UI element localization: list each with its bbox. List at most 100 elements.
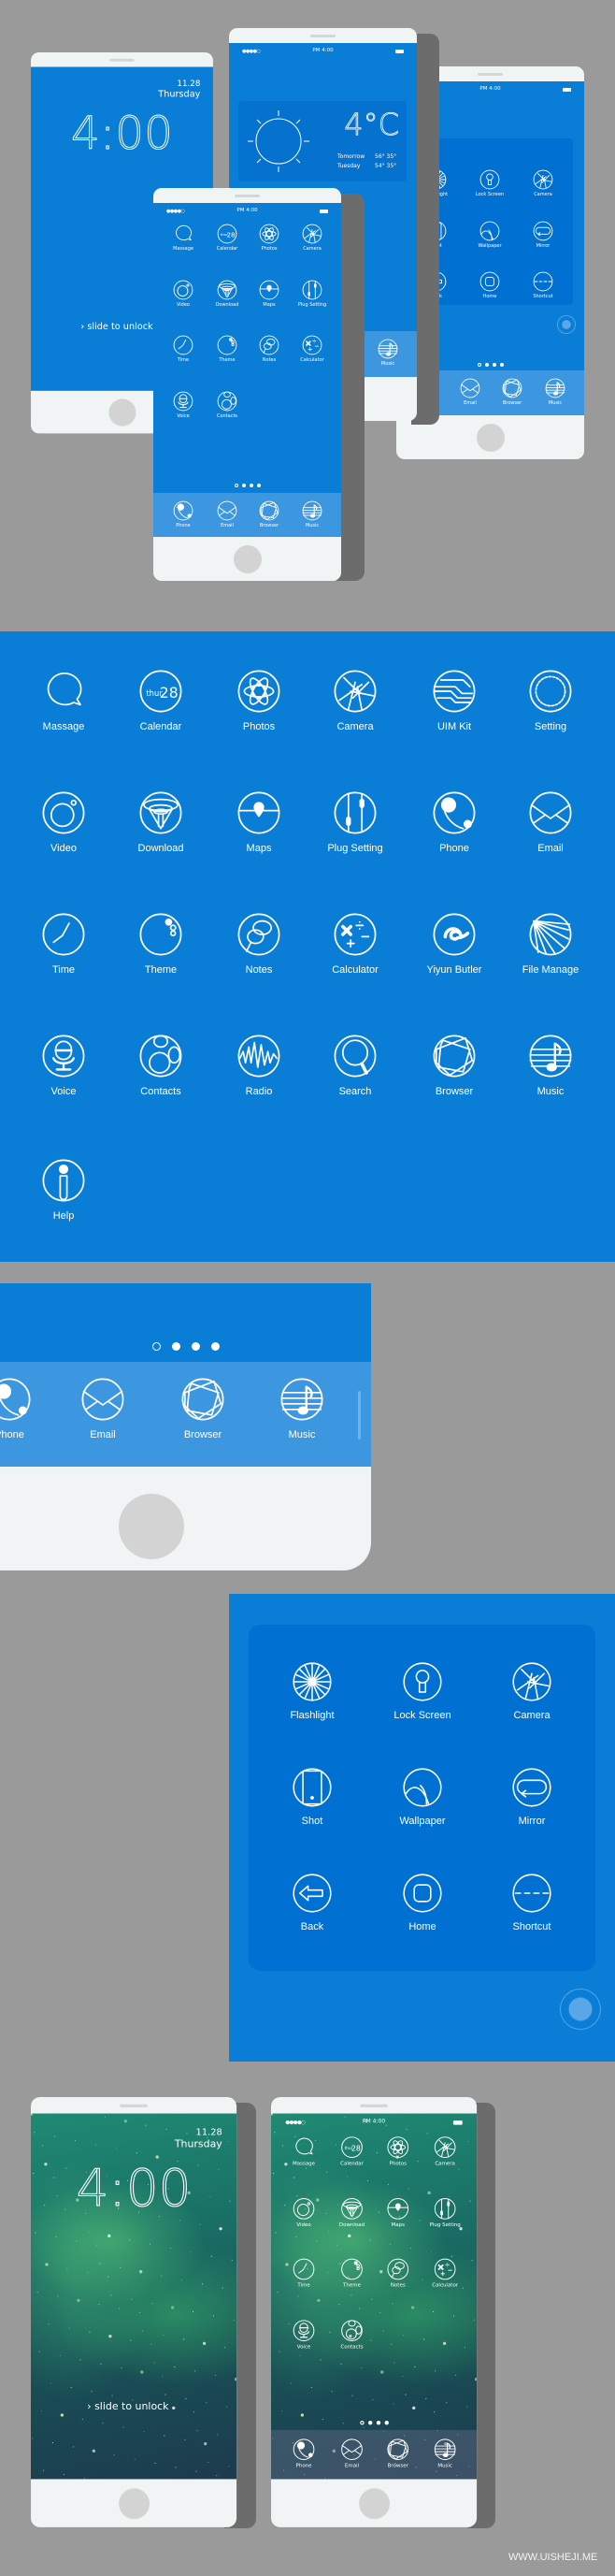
app-calculator[interactable]: Calculator	[424, 2258, 465, 2289]
page-dot[interactable]	[484, 363, 489, 367]
assistive-touch-button[interactable]	[557, 315, 576, 334]
app-file-manage[interactable]: File Manage	[508, 912, 593, 976]
app-mirror[interactable]: Mirror	[490, 1767, 574, 1827]
app-browser[interactable]: Browser	[493, 378, 531, 406]
app-contacts[interactable]: Contacts	[332, 2320, 373, 2350]
page-dot[interactable]	[191, 1342, 200, 1351]
app-email[interactable]: Email	[208, 500, 246, 528]
home-button[interactable]	[477, 424, 505, 452]
app-video[interactable]: Video	[283, 2197, 324, 2228]
app-voice[interactable]: Voice	[164, 391, 202, 419]
app-browser[interactable]: Browser	[412, 1034, 496, 1097]
app-calendar[interactable]: thur 28 Calendar	[332, 2136, 373, 2166]
app-flashlight[interactable]: Flashlight	[270, 1661, 354, 1721]
app-setting[interactable]: Setting	[508, 669, 593, 732]
app-email[interactable]: Email	[508, 790, 593, 854]
app-yiyun-butler[interactable]: Yiyun Butler	[412, 912, 496, 976]
app-wallpaper[interactable]: Wallpaper	[380, 1767, 465, 1827]
app-contacts[interactable]: Contacts	[208, 391, 246, 419]
app-shortcut[interactable]: Shortcut	[490, 1873, 574, 1932]
app-notes[interactable]: Notes	[217, 912, 301, 976]
page-indicator[interactable]	[153, 484, 341, 487]
app-radio[interactable]: Radio	[217, 1034, 301, 1097]
app-calendar[interactable]: thur 28 Calendar	[119, 669, 203, 732]
app-download[interactable]: Download	[332, 2197, 373, 2228]
home-button[interactable]	[359, 2488, 391, 2520]
app-camera[interactable]: Camera	[490, 1661, 574, 1721]
app-email[interactable]: Email	[332, 2439, 373, 2468]
app-camera[interactable]: Camera	[524, 169, 562, 197]
page-dot[interactable]	[241, 484, 246, 487]
app-music[interactable]: Music	[424, 2439, 465, 2468]
app-browser[interactable]: Browser	[250, 500, 288, 528]
home-button[interactable]	[108, 398, 136, 427]
page-dot[interactable]	[234, 484, 238, 487]
page-indicator[interactable]	[0, 1342, 371, 1351]
app-maps[interactable]: Maps	[250, 280, 288, 308]
home-button[interactable]	[234, 545, 262, 573]
app-download[interactable]: Download	[208, 280, 246, 308]
page-dot[interactable]	[249, 484, 253, 487]
home-button[interactable]	[119, 1494, 184, 1559]
app-camera[interactable]: Camera	[424, 2136, 465, 2166]
app-contacts[interactable]: Contacts	[119, 1034, 203, 1097]
page-dot[interactable]	[499, 363, 504, 367]
app-help[interactable]: Help	[21, 1158, 106, 1222]
app-notes[interactable]: Notes	[250, 335, 288, 363]
scrollbar[interactable]	[358, 1391, 361, 1440]
app-voice[interactable]: Voice	[21, 1034, 106, 1097]
app-music[interactable]: Music	[260, 1377, 344, 1440]
app-phone[interactable]: Phone	[164, 500, 202, 528]
app-time[interactable]: Time	[21, 912, 106, 976]
app-email[interactable]: Email	[451, 378, 489, 406]
app-calculator[interactable]: Calculator	[293, 335, 331, 363]
app-phone[interactable]: Phone	[283, 2439, 324, 2468]
app-uim-kit[interactable]: UIM Kit	[412, 669, 496, 732]
app-wallpaper[interactable]: Wallpaper	[471, 221, 508, 249]
page-indicator[interactable]	[271, 2421, 477, 2425]
page-dot[interactable]	[256, 484, 261, 487]
app-browser[interactable]: Browser	[161, 1377, 245, 1440]
app-photos[interactable]: Photos	[378, 2136, 419, 2166]
page-dot[interactable]	[383, 2421, 389, 2425]
app-camera[interactable]: Camera	[293, 224, 331, 252]
app-voice[interactable]: Voice	[283, 2320, 324, 2350]
app-photos[interactable]: Photos	[217, 669, 301, 732]
app-browser[interactable]: Browser	[378, 2439, 419, 2468]
app-maps[interactable]: Maps	[217, 790, 301, 854]
app-time[interactable]: Time	[283, 2258, 324, 2289]
app-home[interactable]: Home	[471, 271, 508, 299]
app-shot[interactable]: Shot	[270, 1767, 354, 1827]
app-camera[interactable]: Camera	[313, 669, 397, 732]
app-email[interactable]: Email	[61, 1377, 145, 1440]
app-maps[interactable]: Maps	[378, 2197, 419, 2228]
app-mirror[interactable]: Mirror	[524, 221, 562, 249]
app-back[interactable]: Back	[270, 1873, 354, 1932]
app-time[interactable]: Time	[164, 335, 202, 363]
slide-to-unlock[interactable]: › slide to unlock	[80, 322, 152, 332]
app-download[interactable]: Download	[119, 790, 203, 854]
app-shortcut[interactable]: Shortcut	[524, 271, 562, 299]
app-plug-setting[interactable]: Plug Setting	[293, 280, 331, 308]
app-video[interactable]: Video	[164, 280, 202, 308]
page-dot[interactable]	[477, 363, 481, 367]
page-dot[interactable]	[210, 1342, 220, 1351]
page-dot[interactable]	[171, 1342, 180, 1351]
assistive-touch-button[interactable]	[560, 1989, 601, 2030]
app-massage[interactable]: Massage	[283, 2136, 324, 2166]
app-photos[interactable]: Photos	[250, 224, 288, 252]
app-home[interactable]: Home	[380, 1873, 465, 1932]
slide-to-unlock[interactable]: › slide to unlock	[87, 2401, 168, 2412]
app-music[interactable]: Music	[293, 500, 331, 528]
app-notes[interactable]: Notes	[378, 2258, 419, 2289]
home-button[interactable]	[119, 2488, 150, 2520]
app-plug-setting[interactable]: Plug Setting	[424, 2197, 465, 2228]
app-phone[interactable]: Phone	[0, 1377, 51, 1440]
app-music[interactable]: Music	[508, 1034, 593, 1097]
app-massage[interactable]: Massage	[21, 669, 106, 732]
app-theme[interactable]: Theme	[119, 912, 203, 976]
app-search[interactable]: Search	[313, 1034, 397, 1097]
page-dot[interactable]	[151, 1342, 161, 1351]
app-theme[interactable]: Theme	[208, 335, 246, 363]
app-massage[interactable]: Massage	[164, 224, 202, 252]
